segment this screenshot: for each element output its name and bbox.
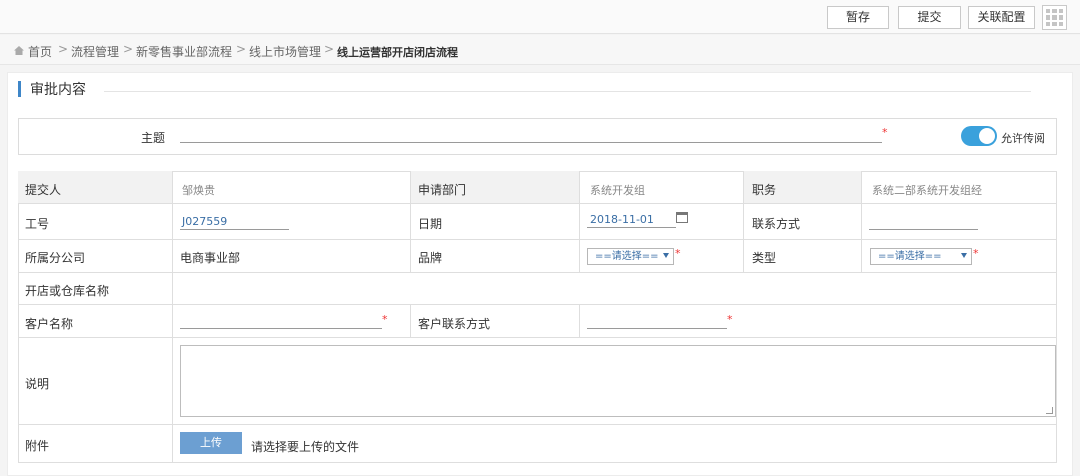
home-icon [14, 46, 24, 55]
store-name-label: 开店或仓库名称 [25, 284, 110, 298]
customer-contact-input[interactable] [587, 328, 727, 329]
date-input[interactable]: 2018-11-01 [590, 213, 654, 226]
required-mark: * [882, 126, 888, 139]
dept-value: 系统开发组 [590, 184, 645, 197]
breadcrumb-separator: > [324, 42, 335, 56]
branch-label: 所属分公司 [25, 251, 86, 265]
dept-label: 申请部门 [418, 183, 467, 197]
contact-input[interactable] [869, 229, 978, 230]
date-underline [587, 227, 676, 228]
chevron-down-icon [961, 253, 967, 258]
section-accent-bar [18, 81, 21, 97]
top-toolbar: 暂存 提交 关联配置 [0, 0, 1080, 34]
employee-id-underline [180, 229, 289, 230]
submitter-label: 提交人 [25, 183, 62, 197]
submitter-value: 邹焕贵 [182, 184, 215, 197]
subject-label: 主题 [141, 131, 166, 145]
resize-grip-icon[interactable] [1046, 407, 1053, 414]
branch-value: 电商事业部 [180, 251, 241, 265]
breadcrumb: 首页 > 流程管理 > 新零售事业部流程 > 线上市场管理 > 线上运营部开店闭… [0, 35, 1080, 65]
toggle-knob [979, 128, 995, 144]
upload-hint: 请选择要上传的文件 [251, 440, 360, 454]
table-cell [862, 204, 1057, 240]
type-select[interactable]: ==请选择== [870, 248, 972, 265]
chevron-down-icon [663, 253, 669, 258]
type-label: 类型 [752, 251, 777, 265]
customer-contact-label: 客户联系方式 [418, 317, 491, 331]
position-value: 系统二部系统开发组经 [872, 184, 982, 197]
table-cell [173, 305, 411, 338]
breadcrumb-new-retail[interactable]: 新零售事业部流程 [136, 43, 232, 60]
related-config-button[interactable]: 关联配置 [968, 6, 1035, 29]
save-draft-button[interactable]: 暂存 [827, 6, 889, 29]
employee-id-label: 工号 [25, 217, 50, 231]
allow-read-label: 允许传阅 [1001, 132, 1045, 145]
required-mark: * [675, 247, 681, 260]
table-cell [580, 305, 1057, 338]
grid-menu-icon[interactable] [1042, 5, 1067, 30]
breadcrumb-separator: > [236, 42, 247, 56]
breadcrumb-process-management[interactable]: 流程管理 [71, 43, 119, 60]
breadcrumb-online-market[interactable]: 线上市场管理 [249, 43, 321, 60]
customer-name-label: 客户名称 [25, 317, 74, 331]
section-title: 审批内容 [30, 82, 86, 98]
allow-read-toggle[interactable] [961, 126, 997, 146]
contact-label: 联系方式 [752, 217, 801, 231]
breadcrumb-home[interactable]: 首页 [28, 43, 52, 60]
customer-name-input[interactable] [180, 328, 382, 329]
breadcrumb-separator: > [58, 42, 69, 56]
breadcrumb-current: 线上运营部开店闭店流程 [337, 46, 458, 59]
attachment-label: 附件 [25, 439, 50, 453]
section-divider [104, 91, 1031, 92]
description-textarea[interactable] [180, 345, 1056, 417]
subject-input[interactable] [180, 142, 882, 143]
brand-label: 品牌 [418, 251, 443, 265]
required-mark: * [973, 247, 979, 260]
required-mark: * [727, 313, 733, 326]
subject-row [18, 118, 1057, 155]
position-label: 职务 [752, 183, 777, 197]
table-cell [173, 273, 1057, 305]
breadcrumb-separator: > [123, 42, 134, 56]
brand-select[interactable]: ==请选择== [587, 248, 674, 265]
required-mark: * [382, 313, 388, 326]
submit-button[interactable]: 提交 [898, 6, 961, 29]
description-label: 说明 [25, 377, 50, 391]
calendar-icon[interactable] [676, 212, 688, 223]
employee-id-input[interactable]: J027559 [182, 215, 227, 228]
upload-button[interactable]: 上传 [180, 432, 242, 454]
date-label: 日期 [418, 217, 443, 231]
